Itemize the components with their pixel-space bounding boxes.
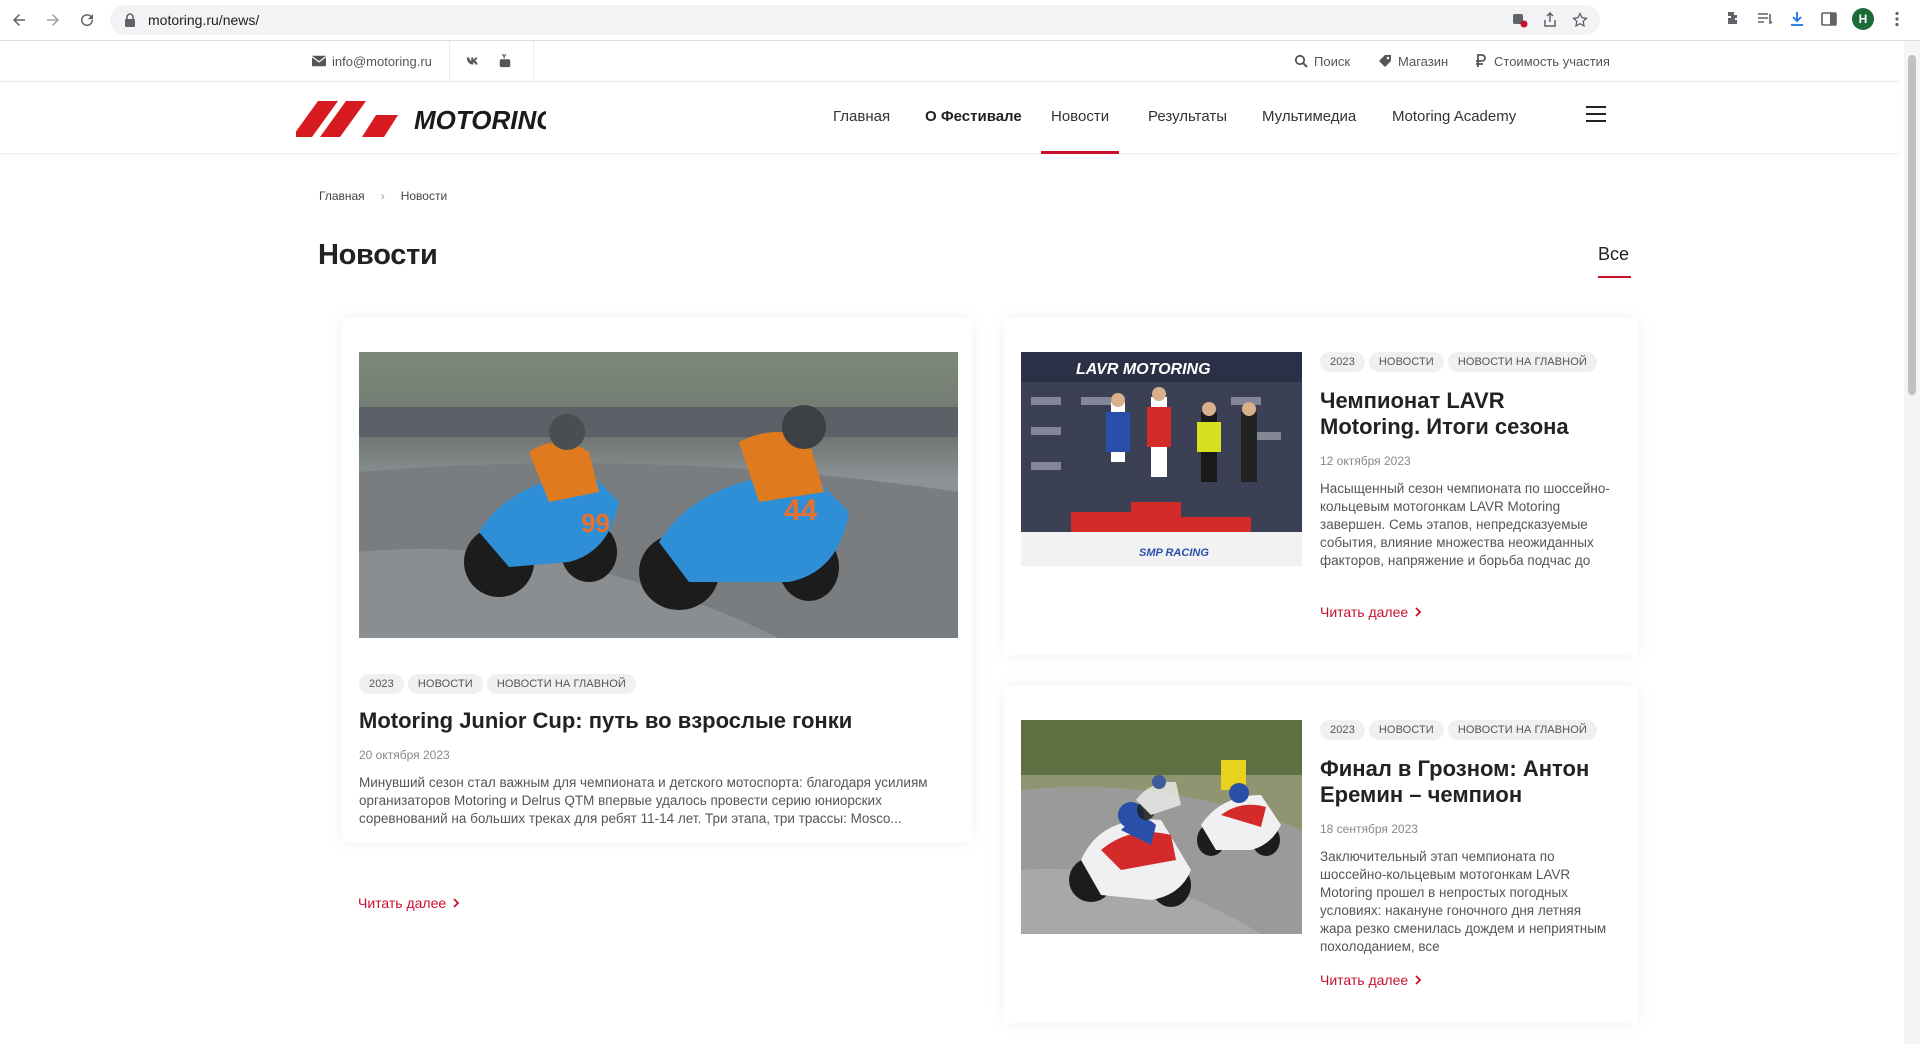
back-icon[interactable] bbox=[4, 5, 34, 35]
nav-item-festival[interactable]: О Фестивале bbox=[925, 82, 1022, 154]
tag[interactable]: НОВОСТИ НА ГЛАВНОЙ bbox=[1447, 720, 1597, 740]
search-link[interactable]: Поиск bbox=[1294, 41, 1350, 81]
browser-toolbar: motoring.ru/news/ H bbox=[0, 0, 1920, 41]
news-title[interactable]: Motoring Junior Cup: путь во взрослые го… bbox=[359, 708, 959, 734]
vk-icon bbox=[466, 57, 478, 65]
breadcrumb-separator: › bbox=[380, 189, 385, 203]
news-card[interactable]: LAVR MOTORING SMP RACING 2023 НОВОСТИ НО… bbox=[1004, 318, 1638, 655]
tag-list: 2023 НОВОСТИ НОВОСТИ НА ГЛАВНОЙ bbox=[1320, 352, 1597, 372]
tag[interactable]: НОВОСТИ bbox=[407, 674, 483, 694]
tag[interactable]: НОВОСТИ bbox=[1368, 720, 1444, 740]
vk-link[interactable] bbox=[466, 41, 486, 81]
nav-item-academy[interactable]: Motoring Academy bbox=[1392, 82, 1516, 154]
nav-item-news[interactable]: Новости bbox=[1040, 82, 1120, 154]
news-title[interactable]: Финал в Грозном: Антон Еремин – чемпион bbox=[1320, 756, 1610, 808]
read-more-link[interactable]: Читать далее bbox=[358, 895, 460, 911]
page-scrollbar[interactable] bbox=[1904, 41, 1920, 1044]
side-panel-icon[interactable] bbox=[1820, 10, 1838, 28]
email-text: info@motoring.ru bbox=[332, 53, 432, 69]
news-image-grozny-final[interactable] bbox=[1021, 720, 1302, 934]
news-date: 18 сентября 2023 bbox=[1320, 822, 1418, 836]
bookmark-star-icon[interactable] bbox=[1572, 12, 1588, 28]
extensions-icon[interactable] bbox=[1724, 10, 1742, 28]
read-more-label: Читать далее bbox=[1320, 604, 1409, 620]
chevron-right-icon bbox=[1415, 975, 1422, 985]
breadcrumb-home[interactable]: Главная bbox=[319, 189, 365, 203]
topbar-divider bbox=[449, 41, 450, 81]
topbar-divider bbox=[533, 41, 534, 81]
tag[interactable]: НОВОСТИ bbox=[1368, 352, 1444, 372]
filter-all-tab[interactable]: Все bbox=[1598, 244, 1632, 278]
bike-number-44: 44 bbox=[784, 494, 818, 527]
nav-item-results[interactable]: Результаты bbox=[1148, 82, 1227, 154]
news-excerpt: Минувший сезон стал важным для чемпионат… bbox=[359, 775, 928, 826]
ruble-icon bbox=[1476, 54, 1486, 67]
news-card[interactable]: 2023 НОВОСТИ НОВОСТИ НА ГЛАВНОЙ Финал в … bbox=[1004, 686, 1638, 1023]
read-more-link[interactable]: Читать далее bbox=[1320, 604, 1422, 620]
news-image-podium[interactable]: LAVR MOTORING SMP RACING bbox=[1021, 352, 1302, 566]
tag[interactable]: 2023 bbox=[1320, 720, 1365, 740]
motoring-logo[interactable]: MOTORING bbox=[296, 97, 546, 141]
forward-icon[interactable] bbox=[38, 5, 68, 35]
price-label: Стоимость участия bbox=[1494, 53, 1610, 69]
tag[interactable]: 2023 bbox=[1320, 352, 1365, 372]
site-header: MOTORING Главная О Фестивале Новости Рез… bbox=[0, 82, 1900, 154]
chevron-right-icon bbox=[453, 898, 460, 908]
browser-menu-icon[interactable] bbox=[1888, 10, 1906, 28]
price-link[interactable]: Стоимость участия bbox=[1474, 41, 1610, 81]
shop-label: Магазин bbox=[1398, 53, 1449, 69]
podium-sponsor-text: SMP RACING bbox=[1139, 547, 1209, 559]
breadcrumb-current: Новости bbox=[400, 189, 448, 203]
search-icon bbox=[1294, 54, 1308, 68]
chevron-right-icon bbox=[1415, 607, 1422, 617]
podium-banner-text: LAVR MOTORING bbox=[1076, 361, 1211, 378]
news-excerpt: Заключительный этап чемпионата по шоссей… bbox=[1320, 849, 1607, 954]
url-text: motoring.ru/news/ bbox=[148, 12, 260, 28]
news-date: 12 октября 2023 bbox=[1320, 454, 1411, 468]
news-excerpt: Насыщенный сезон чемпионата по шоссейно-… bbox=[1320, 481, 1610, 568]
breadcrumb: Главная › Новости bbox=[319, 189, 447, 203]
search-label: Поиск bbox=[1314, 53, 1351, 69]
email-link[interactable]: info@motoring.ru bbox=[312, 41, 432, 81]
hamburger-menu-icon[interactable] bbox=[1586, 106, 1606, 124]
lock-icon bbox=[125, 13, 135, 27]
tag[interactable]: 2023 bbox=[359, 674, 404, 694]
tag-icon bbox=[1379, 55, 1391, 67]
shop-link[interactable]: Магазин bbox=[1378, 41, 1448, 81]
reload-icon[interactable] bbox=[72, 5, 102, 35]
reading-list-icon[interactable] bbox=[1756, 10, 1774, 28]
profile-avatar[interactable]: H bbox=[1852, 8, 1874, 30]
news-card-featured[interactable]: 99 44 2023 НОВОСТИ НОВОСТИ НА ГЛАВНОЙ Mo… bbox=[342, 318, 972, 842]
nav-item-multimedia[interactable]: Мультимедиа bbox=[1262, 82, 1356, 154]
read-more-label: Читать далее bbox=[358, 895, 447, 911]
address-bar[interactable]: motoring.ru/news/ bbox=[110, 5, 1600, 35]
mail-icon bbox=[312, 55, 326, 67]
read-more-link[interactable]: Читать далее bbox=[1320, 972, 1422, 988]
translate-icon[interactable] bbox=[1512, 12, 1528, 28]
logo-text: MOTORING bbox=[414, 105, 546, 135]
news-title[interactable]: Чемпионат LAVR Motoring. Итоги сезона bbox=[1320, 388, 1590, 440]
tag-list: 2023 НОВОСТИ НОВОСТИ НА ГЛАВНОЙ bbox=[1320, 720, 1597, 740]
tag[interactable]: НОВОСТИ НА ГЛАВНОЙ bbox=[1447, 352, 1597, 372]
nav-item-home[interactable]: Главная bbox=[833, 82, 890, 154]
read-more-label: Читать далее bbox=[1320, 972, 1409, 988]
news-date: 20 октября 2023 bbox=[359, 748, 450, 762]
download-icon[interactable] bbox=[1788, 10, 1806, 28]
share-icon[interactable] bbox=[1542, 12, 1558, 28]
youtube-icon bbox=[499, 54, 511, 68]
scrollbar-thumb[interactable] bbox=[1908, 55, 1916, 395]
page-title: Новости bbox=[318, 239, 438, 271]
news-image-junior-cup[interactable]: 99 44 bbox=[359, 352, 958, 638]
bike-number-99: 99 bbox=[581, 508, 610, 538]
tag[interactable]: НОВОСТИ НА ГЛАВНОЙ bbox=[486, 674, 636, 694]
tag-list: 2023 НОВОСТИ НОВОСТИ НА ГЛАВНОЙ bbox=[359, 674, 636, 694]
site-topbar: info@motoring.ru Поиск Магазин Стоимость… bbox=[0, 41, 1900, 82]
youtube-link[interactable] bbox=[498, 41, 518, 81]
